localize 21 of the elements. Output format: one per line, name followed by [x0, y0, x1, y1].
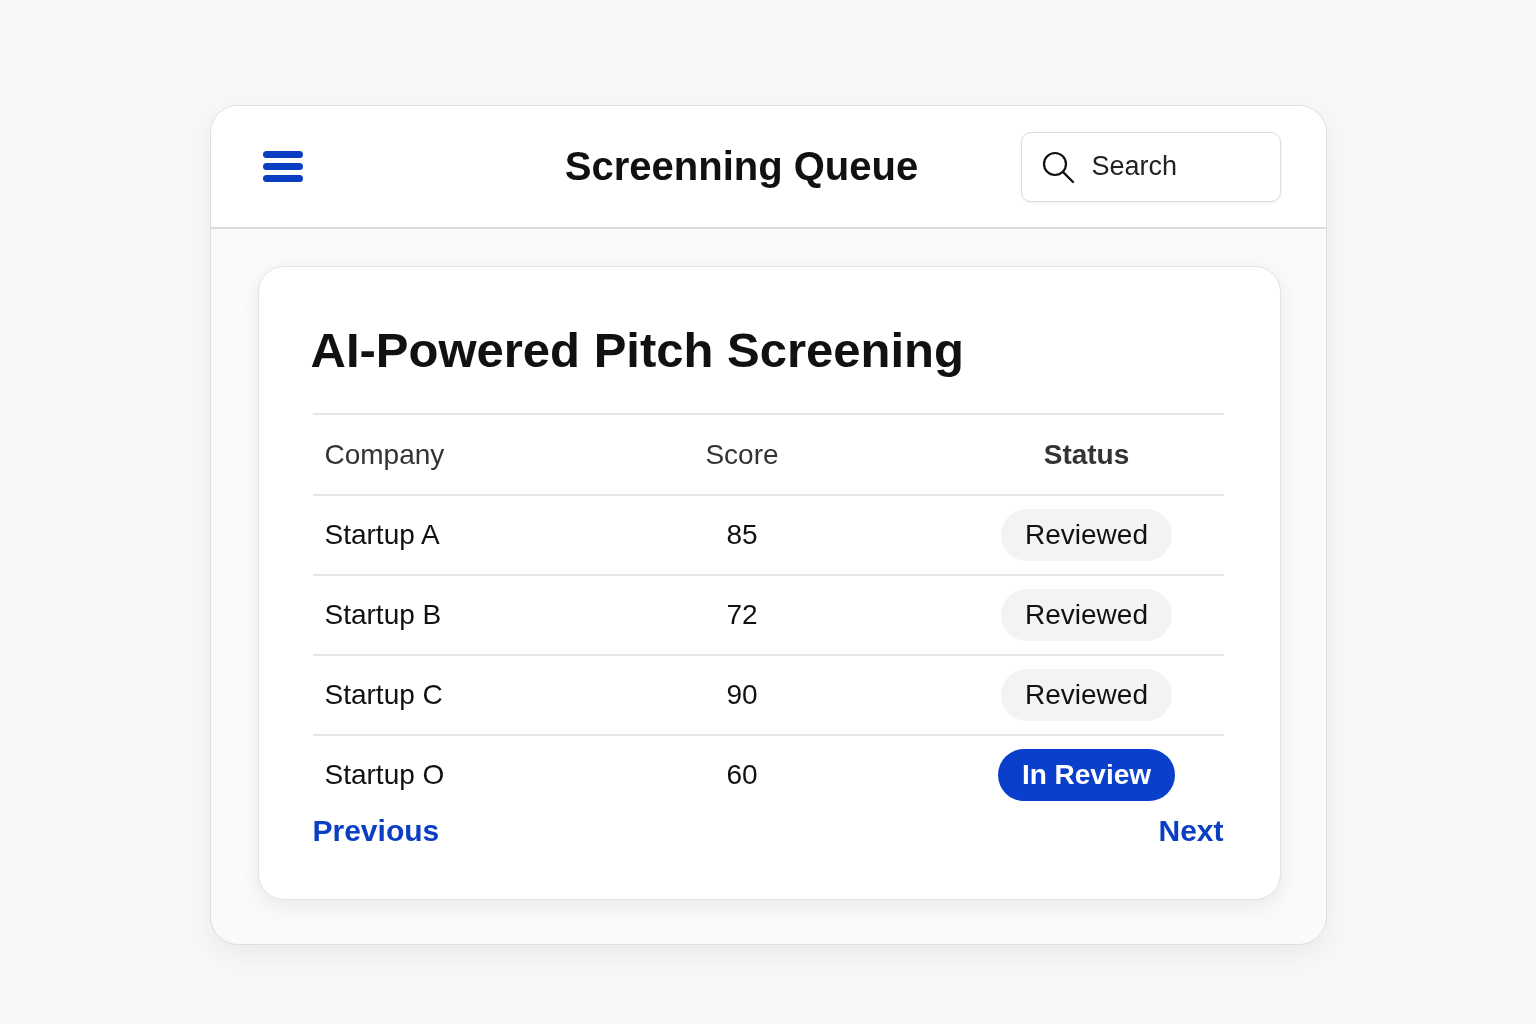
table-cell-text: 60	[725, 759, 759, 791]
table-cell-text: Startup B	[323, 599, 443, 631]
next-link[interactable]: Next	[1158, 814, 1224, 848]
table-cell-text: 72	[725, 599, 759, 631]
status-badge: Reviewed	[1001, 669, 1172, 721]
column-header: Company	[323, 438, 446, 471]
card-title: AI-Powered Pitch Screening	[310, 322, 965, 379]
status-badge: Reviewed	[1001, 589, 1172, 641]
table-cell-text: Startup O	[323, 759, 446, 791]
status-badge: Reviewed	[1001, 509, 1172, 561]
column-header: Status	[1042, 438, 1131, 471]
page-title: Screenning Queue	[563, 144, 920, 189]
previous-link[interactable]: Previous	[312, 814, 440, 848]
table-cell-text: 85	[725, 519, 759, 551]
status-badge: In Review	[997, 749, 1176, 801]
table-cell-text: 90	[725, 679, 759, 711]
menu-icon[interactable]	[262, 150, 303, 183]
table-cell-text: Startup A	[323, 519, 441, 551]
table-cell-text: Startup C	[323, 679, 444, 711]
search-field[interactable]: Search	[1020, 131, 1281, 202]
column-header: Score	[704, 438, 780, 471]
